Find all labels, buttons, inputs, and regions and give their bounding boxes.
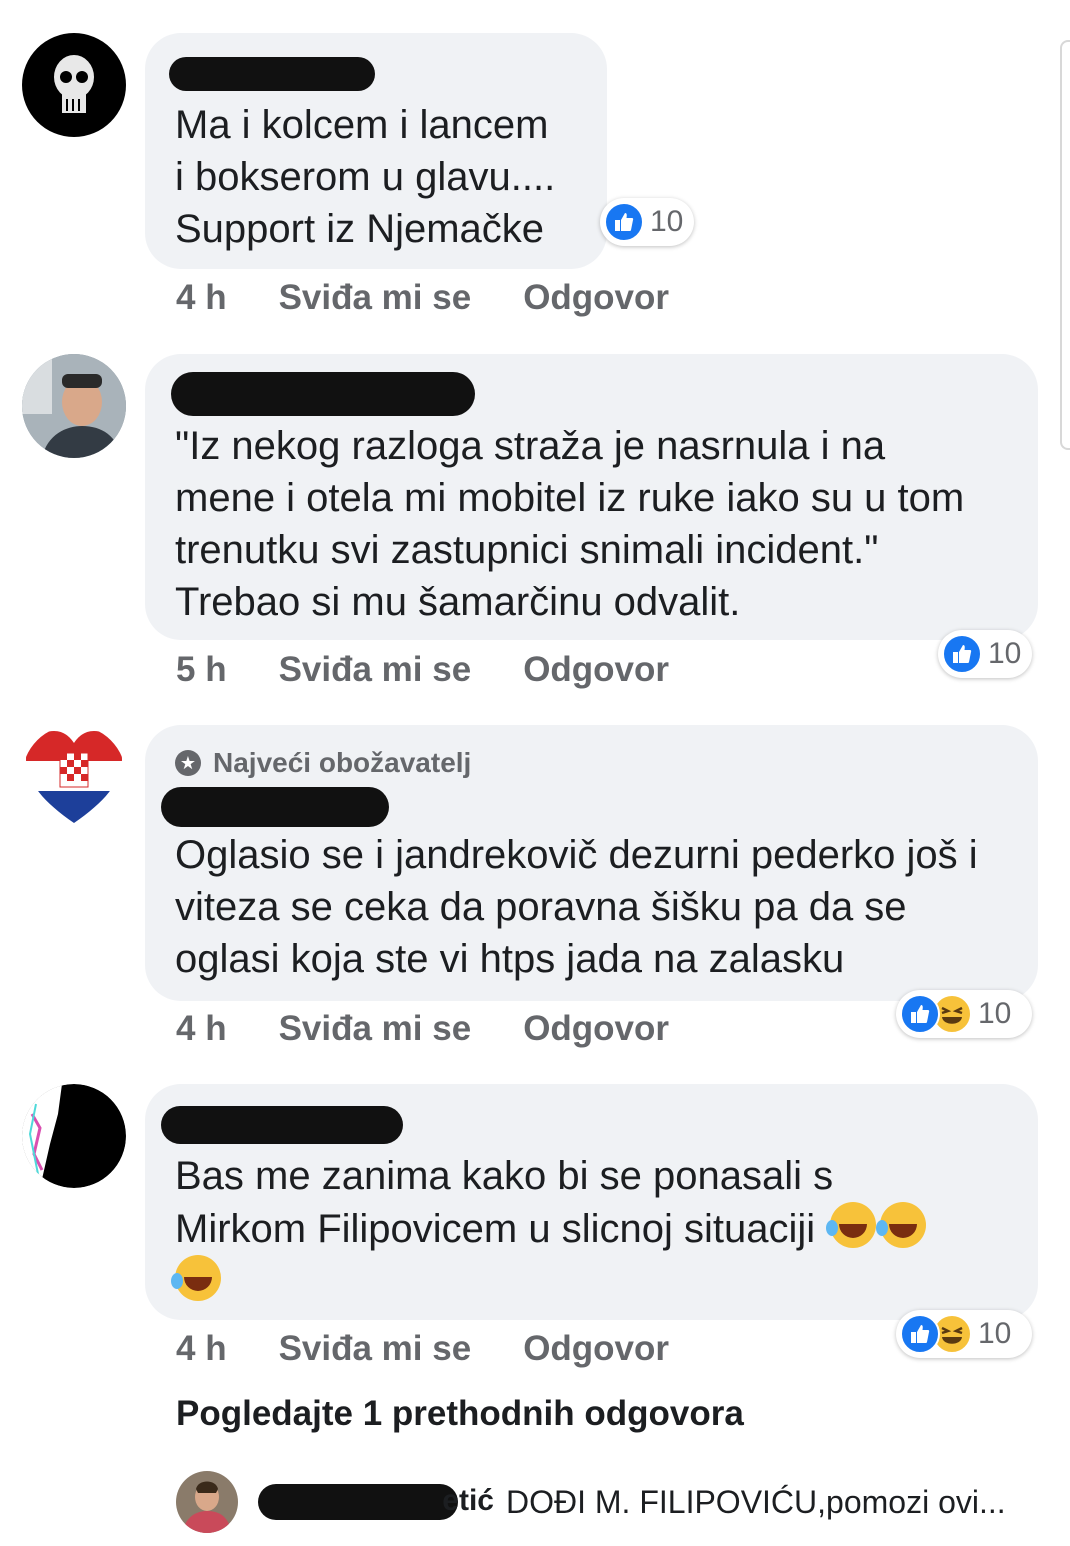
scrollbar[interactable]: [1060, 40, 1070, 450]
like-button[interactable]: Sviđa mi se: [279, 1329, 472, 1369]
like-icon: [942, 634, 982, 674]
like-icon: [900, 994, 940, 1034]
redacted-author-name: [161, 1106, 403, 1144]
timestamp[interactable]: 4 h: [176, 278, 227, 318]
avatar[interactable]: [22, 354, 126, 458]
comment-bubble: Ma i kolcem i lancem i bokserom u glavu.…: [145, 33, 607, 269]
comment-bubble: ★ Najveći obožavatelj Oglasio se i jandr…: [145, 725, 1038, 1001]
comment-bubble: Bas me zanima kako bi se ponasali s Mirk…: [145, 1084, 1038, 1320]
comment-text: Bas me zanima kako bi se ponasali s Mirk…: [171, 1150, 1005, 1308]
comment-text-segment: Mirkom Filipovicem u slicnoj situaciji: [175, 1207, 816, 1251]
like-button[interactable]: Sviđa mi se: [279, 1009, 472, 1049]
comment-text: Oglasio se i jandrekovič dezurni pederko…: [175, 833, 978, 981]
rofl-emoji-icon: [826, 1202, 877, 1248]
avatar[interactable]: [22, 33, 126, 137]
redaction-mark: [258, 1484, 458, 1520]
timestamp[interactable]: 5 h: [176, 650, 227, 690]
comment-text: "Iz nekog razloga straža je nasrnula i n…: [175, 424, 965, 624]
comment-text: Ma i kolcem i lancem i bokserom u glavu.…: [175, 103, 556, 251]
reply-button[interactable]: Odgovor: [523, 650, 669, 690]
avatar[interactable]: [22, 725, 126, 829]
reaction-summary[interactable]: 10: [896, 1310, 1032, 1358]
like-button[interactable]: Sviđa mi se: [279, 278, 472, 318]
avatar[interactable]: [22, 1084, 126, 1188]
view-previous-replies-link[interactable]: Pogledajte 1 prethodnih odgovora: [176, 1394, 744, 1434]
reply-avatar[interactable]: [176, 1471, 238, 1533]
reply-preview-text: DOĐI M. FILIPOVIĆU,pomozi ovi...: [506, 1483, 1006, 1520]
author-name-visible-fragment: etić: [442, 1484, 494, 1517]
reply-button[interactable]: Odgovor: [523, 1329, 669, 1369]
timestamp[interactable]: 4 h: [176, 1009, 227, 1049]
comment-actions: 4 h Sviđa mi se Odgovor: [176, 278, 669, 318]
reaction-count: 10: [650, 205, 684, 238]
comment-text-line: Bas me zanima kako bi se ponasali s: [175, 1154, 834, 1198]
profile-photo: [22, 354, 126, 458]
like-button[interactable]: Sviđa mi se: [279, 650, 472, 690]
badge-label: Najveći obožavatelj: [213, 747, 472, 778]
croatian-heart-avatar: [26, 731, 122, 823]
like-icon: [604, 202, 644, 242]
reaction-summary[interactable]: 10: [896, 990, 1032, 1038]
reply-button[interactable]: Odgovor: [523, 278, 669, 318]
reaction-count: 10: [978, 997, 1012, 1030]
profile-photo: [176, 1471, 238, 1533]
redacted-author-name: [161, 787, 389, 827]
reply-preview[interactable]: etić DOĐI M. FILIPOVIĆU,pomozi ovi...: [176, 1470, 1036, 1534]
star-icon: ★: [175, 750, 201, 776]
top-fan-badge: ★ Najveći obožavatelj: [175, 747, 471, 779]
redacted-author-name: etić: [258, 1480, 494, 1524]
comment-bubble: "Iz nekog razloga straža je nasrnula i n…: [145, 354, 1038, 640]
comment-actions: 4 h Sviđa mi se Odgovor: [176, 1329, 669, 1369]
redacted-author-name: [169, 57, 375, 91]
reply-button[interactable]: Odgovor: [523, 1009, 669, 1049]
rofl-emoji-icon: [876, 1202, 927, 1248]
rofl-emoji-icon: [171, 1255, 221, 1301]
silhouette-avatar: [22, 1084, 126, 1188]
skull-avatar-image: [54, 55, 94, 113]
timestamp[interactable]: 4 h: [176, 1329, 227, 1369]
redacted-author-name: [171, 372, 475, 416]
reaction-summary[interactable]: 10: [600, 198, 694, 246]
like-icon: [900, 1314, 940, 1354]
comment-text-line-3: [171, 1255, 1005, 1308]
reaction-count: 10: [978, 1317, 1012, 1350]
comment-actions: 5 h Sviđa mi se Odgovor: [176, 650, 669, 690]
reaction-summary[interactable]: 10: [938, 630, 1032, 678]
reaction-count: 10: [988, 637, 1022, 670]
comment-text-line-2: Mirkom Filipovicem u slicnoj situaciji: [175, 1202, 1005, 1255]
comment-actions: 4 h Sviđa mi se Odgovor: [176, 1009, 669, 1049]
